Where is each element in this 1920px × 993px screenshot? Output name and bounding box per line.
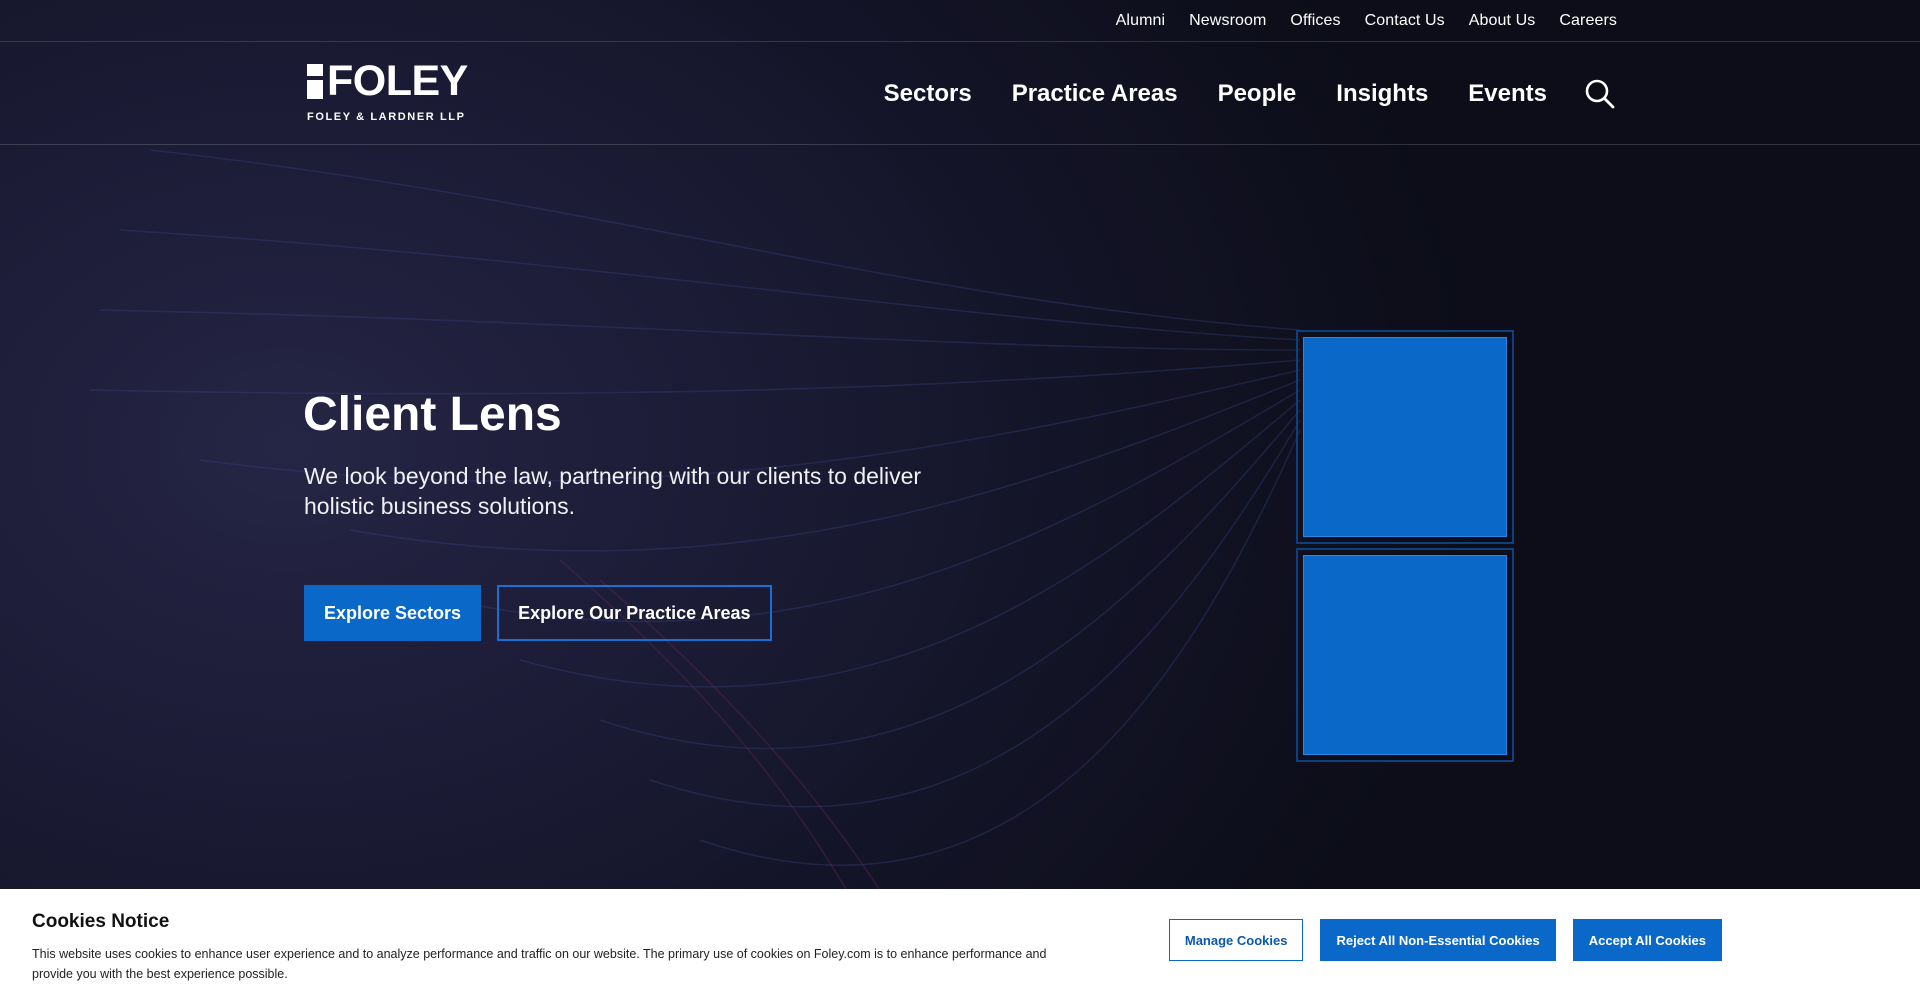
logo-subtitle: FOLEY & LARDNER LLP xyxy=(307,111,466,123)
cookie-title: Cookies Notice xyxy=(32,911,170,932)
logo-wordmark: FOLEY xyxy=(327,57,468,105)
hero-title: Client Lens xyxy=(303,388,562,441)
nav-people[interactable]: People xyxy=(1218,80,1297,108)
lens-panel-top xyxy=(1296,330,1514,544)
main-header: FOLEY FOLEY & LARDNER LLP Sectors Practi… xyxy=(0,42,1920,145)
reject-cookies-button[interactable]: Reject All Non-Essential Cookies xyxy=(1320,919,1556,961)
cookie-banner: Cookies Notice This website uses cookies… xyxy=(0,889,1920,993)
utility-link-careers[interactable]: Careers xyxy=(1559,12,1617,30)
logo[interactable]: FOLEY FOLEY & LARDNER LLP xyxy=(307,57,468,128)
utility-link-contact-us[interactable]: Contact Us xyxy=(1365,12,1445,30)
nav-events[interactable]: Events xyxy=(1468,80,1547,108)
lens-panel-bottom xyxy=(1296,548,1514,762)
utility-link-offices[interactable]: Offices xyxy=(1290,12,1340,30)
explore-practice-areas-button[interactable]: Explore Our Practice Areas xyxy=(497,585,772,641)
utility-link-alumni[interactable]: Alumni xyxy=(1116,12,1166,30)
accept-cookies-button[interactable]: Accept All Cookies xyxy=(1572,919,1722,961)
background-lines xyxy=(89,149,1301,993)
cookie-actions: Manage Cookies Reject All Non-Essential … xyxy=(1168,919,1722,961)
utility-link-newsroom[interactable]: Newsroom xyxy=(1189,12,1266,30)
hero-buttons: Explore Sectors Explore Our Practice Are… xyxy=(304,585,772,641)
search-icon[interactable] xyxy=(1584,78,1616,110)
utility-nav: Alumni Newsroom Offices Contact Us About… xyxy=(1116,0,1617,42)
lens-graphic xyxy=(1296,330,1514,764)
utility-link-about-us[interactable]: About Us xyxy=(1469,12,1536,30)
page: Alumni Newsroom Offices Contact Us About… xyxy=(0,0,1920,993)
utility-bar: Alumni Newsroom Offices Contact Us About… xyxy=(0,0,1920,42)
hero-subtitle: We look beyond the law, partnering with … xyxy=(304,463,922,519)
explore-sectors-button[interactable]: Explore Sectors xyxy=(304,585,482,641)
main-nav: Sectors Practice Areas People Insights E… xyxy=(884,42,1547,145)
nav-insights[interactable]: Insights xyxy=(1336,80,1428,108)
manage-cookies-button[interactable]: Manage Cookies xyxy=(1168,919,1304,961)
cookie-text: This website uses cookies to enhance use… xyxy=(32,947,1047,981)
logo-mark-icon xyxy=(307,64,323,99)
nav-sectors[interactable]: Sectors xyxy=(884,80,972,108)
nav-practice-areas[interactable]: Practice Areas xyxy=(1012,80,1178,108)
